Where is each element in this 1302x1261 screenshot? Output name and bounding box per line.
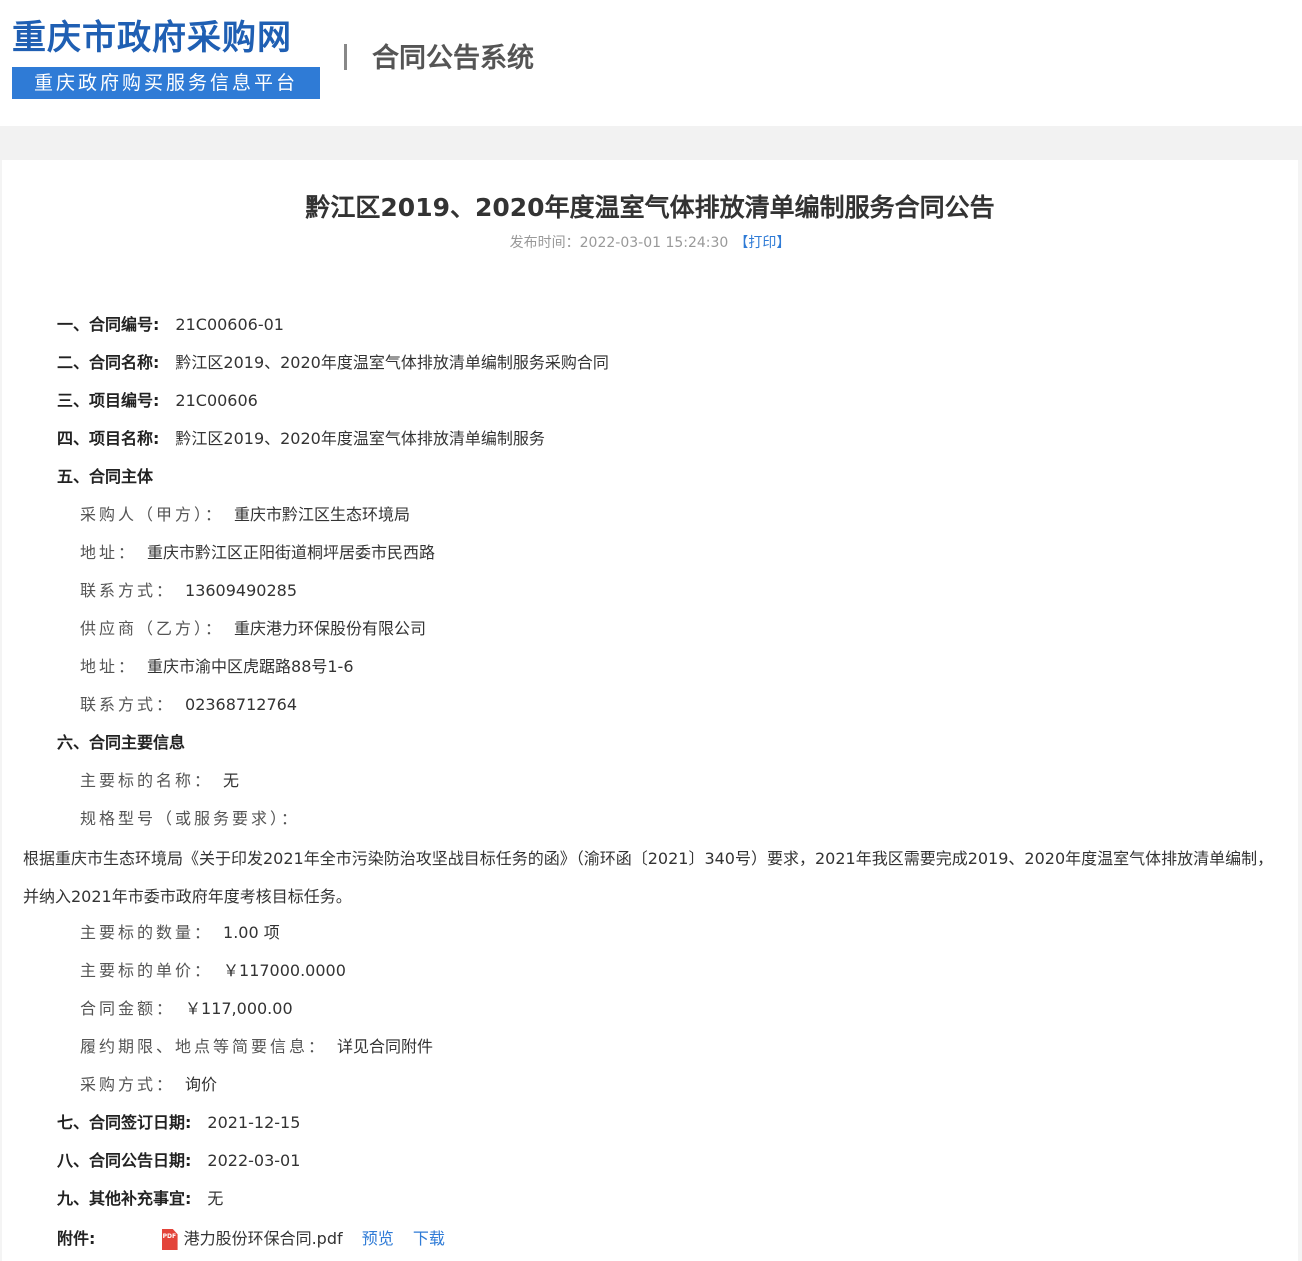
supplier-phone-value: 02368712764 bbox=[185, 695, 297, 714]
buyer-phone-value: 13609490285 bbox=[185, 581, 297, 600]
project-number-value: 21C00606 bbox=[175, 391, 258, 410]
contract-number-value: 21C00606-01 bbox=[175, 315, 284, 334]
buyer-address-row: 地址： 重庆市黔江区正阳街道桐坪居委市民西路 bbox=[80, 542, 435, 564]
site-logo-title[interactable]: 重庆市政府采购网 bbox=[12, 10, 292, 59]
supplier-address-label: 地址： bbox=[80, 657, 138, 676]
other-matters-label: 九、其他补充事宜: bbox=[57, 1189, 192, 1208]
buyer-phone-row: 联系方式： 13609490285 bbox=[80, 580, 297, 602]
method-row: 采购方式： 询价 bbox=[80, 1074, 217, 1096]
buyer-row: 采购人（甲方）： 重庆市黔江区生态环境局 bbox=[80, 504, 410, 526]
project-number-label: 三、项目编号: bbox=[57, 391, 160, 410]
attachment-row: 附件: PDF 港力股份环保合同.pdf 预览 下载 bbox=[57, 1228, 445, 1250]
project-name-label: 四、项目名称: bbox=[57, 429, 160, 448]
site-header: 重庆市政府采购网 重庆政府购买服务信息平台 合同公告系统 bbox=[0, 0, 1302, 126]
contract-number-label: 一、合同编号: bbox=[57, 315, 160, 334]
section-notice-date: 八、合同公告日期: 2022-03-01 bbox=[57, 1150, 300, 1172]
method-value: 询价 bbox=[185, 1075, 218, 1094]
term-value: 详见合同附件 bbox=[337, 1037, 434, 1056]
unit-price-label: 主要标的单价： bbox=[80, 961, 214, 980]
supplier-address-value: 重庆市渝中区虎踞路88号1-6 bbox=[147, 657, 354, 676]
term-row: 履约期限、地点等简要信息： 详见合同附件 bbox=[80, 1036, 433, 1058]
preview-link[interactable]: 预览 bbox=[362, 1229, 394, 1248]
amount-label: 合同金额： bbox=[80, 999, 176, 1018]
amount-row: 合同金额： ￥117,000.00 bbox=[80, 998, 293, 1020]
notice-date-label: 八、合同公告日期: bbox=[57, 1151, 192, 1170]
print-link[interactable]: 【打印】 bbox=[734, 235, 790, 251]
subject-name-value: 无 bbox=[223, 771, 240, 790]
quantity-value: 1.00 项 bbox=[223, 923, 280, 942]
contract-name-label: 二、合同名称: bbox=[57, 353, 160, 372]
spec-label: 规格型号（或服务要求）： bbox=[80, 809, 301, 828]
notice-date-value: 2022-03-01 bbox=[207, 1151, 301, 1170]
section-sign-date: 七、合同签订日期: 2021-12-15 bbox=[57, 1112, 300, 1134]
section-other-matters: 九、其他补充事宜: 无 bbox=[57, 1188, 223, 1210]
buyer-label: 采购人（甲方）： bbox=[80, 505, 225, 524]
header-band bbox=[0, 126, 1302, 160]
section-contract-parties: 五、合同主体 bbox=[57, 466, 153, 488]
supplier-address-row: 地址： 重庆市渝中区虎踞路88号1-6 bbox=[80, 656, 354, 678]
header-divider bbox=[344, 44, 347, 70]
site-logo-subtitle[interactable]: 重庆政府购买服务信息平台 bbox=[12, 67, 320, 99]
contract-parties-heading: 五、合同主体 bbox=[57, 467, 154, 486]
other-matters-value: 无 bbox=[207, 1189, 224, 1208]
buyer-phone-label: 联系方式： bbox=[80, 581, 176, 600]
sign-date-label: 七、合同签订日期: bbox=[57, 1113, 192, 1132]
quantity-row: 主要标的数量： 1.00 项 bbox=[80, 922, 280, 944]
unit-price-value: ￥117000.0000 bbox=[223, 961, 346, 980]
supplier-phone-row: 联系方式： 02368712764 bbox=[80, 694, 297, 716]
supplier-label: 供应商（乙方）： bbox=[80, 619, 225, 638]
buyer-address-label: 地址： bbox=[80, 543, 138, 562]
pdf-icon-text: PDF bbox=[162, 1233, 177, 1240]
supplier-phone-label: 联系方式： bbox=[80, 695, 176, 714]
section-contract-info: 六、合同主要信息 bbox=[57, 732, 185, 754]
section-project-name: 四、项目名称: 黔江区2019、2020年度温室气体排放清单编制服务 bbox=[57, 428, 545, 450]
buyer-address-value: 重庆市黔江区正阳街道桐坪居委市民西路 bbox=[147, 543, 436, 562]
unit-price-row: 主要标的单价： ￥117000.0000 bbox=[80, 960, 346, 982]
contract-name-value: 黔江区2019、2020年度温室气体排放清单编制服务采购合同 bbox=[175, 353, 609, 372]
quantity-label: 主要标的数量： bbox=[80, 923, 214, 942]
notice-content: 黔江区2019、2020年度温室气体排放清单编制服务合同公告 发布时间：2022… bbox=[2, 160, 1298, 1261]
method-label: 采购方式： bbox=[80, 1075, 176, 1094]
project-name-value: 黔江区2019、2020年度温室气体排放清单编制服务 bbox=[175, 429, 545, 448]
buyer-value: 重庆市黔江区生态环境局 bbox=[234, 505, 411, 524]
section-project-number: 三、项目编号: 21C00606 bbox=[57, 390, 258, 412]
supplier-row: 供应商（乙方）： 重庆港力环保股份有限公司 bbox=[80, 618, 426, 640]
spec-description: 根据重庆市生态环境局《关于印发2021年全市污染防治攻坚战目标任务的函》（渝环函… bbox=[23, 849, 1274, 906]
section-contract-name: 二、合同名称: 黔江区2019、2020年度温室气体排放清单编制服务采购合同 bbox=[57, 352, 609, 374]
contract-info-heading: 六、合同主要信息 bbox=[57, 733, 186, 752]
publish-time: 2022-03-01 15:24:30 bbox=[579, 235, 729, 251]
attachment-file-name[interactable]: 港力股份环保合同.pdf bbox=[184, 1229, 343, 1248]
pdf-icon: PDF bbox=[161, 1229, 178, 1250]
system-title: 合同公告系统 bbox=[372, 43, 534, 74]
attachment-label: 附件: bbox=[57, 1229, 96, 1248]
publish-label: 发布时间： bbox=[509, 235, 580, 251]
term-label: 履约期限、地点等简要信息： bbox=[80, 1037, 328, 1056]
supplier-value: 重庆港力环保股份有限公司 bbox=[234, 619, 427, 638]
amount-value: ￥117,000.00 bbox=[185, 999, 293, 1018]
spec-row: 规格型号（或服务要求）： bbox=[80, 808, 300, 830]
page-title: 黔江区2019、2020年度温室气体排放清单编制服务合同公告 bbox=[305, 193, 995, 222]
section-contract-number: 一、合同编号: 21C00606-01 bbox=[57, 314, 284, 336]
subject-name-label: 主要标的名称： bbox=[80, 771, 214, 790]
publish-meta: 发布时间：2022-03-01 15:24:30 【打印】 bbox=[2, 232, 1298, 252]
subject-name-row: 主要标的名称： 无 bbox=[80, 770, 239, 792]
sign-date-value: 2021-12-15 bbox=[207, 1113, 301, 1132]
download-link[interactable]: 下载 bbox=[413, 1229, 445, 1248]
